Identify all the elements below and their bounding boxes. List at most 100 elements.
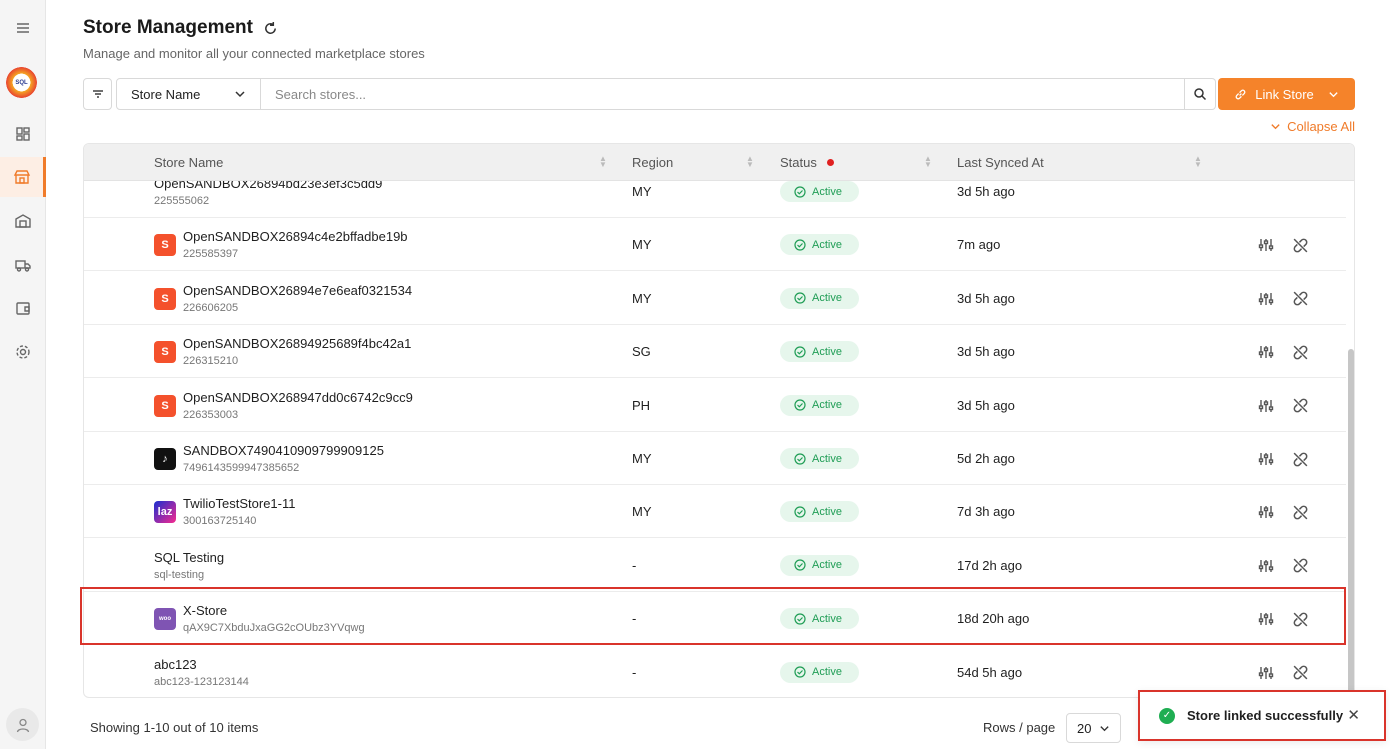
table-row[interactable]: S OpenSANDBOX26894925689f4bc42a1 226315210… (84, 325, 1346, 379)
store-name: OpenSANDBOX26894c4e2bffadbe19b (183, 229, 408, 245)
column-label: Status (780, 155, 817, 170)
column-header-region[interactable]: Region (632, 144, 673, 181)
unlink-icon[interactable] (1290, 609, 1310, 629)
tiktok-icon: ♪ (154, 448, 176, 470)
sidebar-item-shipping[interactable] (0, 245, 46, 285)
status-label: Active (812, 238, 842, 251)
search-input[interactable]: Search stores... (261, 78, 1185, 110)
status-badge: Active (780, 554, 859, 576)
check-circle-icon (794, 185, 806, 198)
store-name: TwilioTestStore1-11 (183, 496, 296, 512)
user-icon (16, 718, 29, 732)
status-label: Active (812, 399, 842, 412)
settings-sliders-icon[interactable] (1256, 342, 1276, 362)
settings-sliders-icon[interactable] (1256, 663, 1276, 683)
unlink-icon[interactable] (1290, 556, 1310, 576)
store-id: 225585397 (183, 248, 239, 261)
sort-icon[interactable]: ▲ ▼ (924, 155, 932, 169)
table-row[interactable]: S OpenSANDBOX26894e7e6eaf0321534 226606205… (84, 272, 1346, 325)
region-cell: MY (632, 451, 652, 466)
settings-sliders-icon[interactable] (1256, 289, 1276, 309)
check-circle-icon (794, 613, 806, 625)
settings-sliders-icon[interactable] (1256, 396, 1276, 416)
unlink-icon[interactable] (1290, 289, 1310, 309)
sort-icon[interactable]: ▲ ▼ (1194, 155, 1202, 169)
settings-sliders-icon[interactable] (1256, 609, 1276, 629)
rows-per-page-select[interactable]: 20 (1066, 713, 1121, 743)
check-circle-icon (794, 666, 806, 678)
settings-sliders-icon[interactable] (1256, 556, 1276, 576)
column-label: Last Synced At (957, 155, 1044, 170)
sidebar-item-stores[interactable] (0, 157, 46, 197)
unlink-icon[interactable] (1290, 342, 1310, 362)
column-header-status[interactable]: Status (780, 144, 834, 181)
unlink-icon[interactable] (1290, 235, 1310, 255)
close-icon[interactable]: ✕ (1347, 706, 1360, 724)
table-row[interactable]: ♪ SANDBOX7490410909799909125 7496143599947… (84, 432, 1346, 485)
stores-table: Store Name ▲ ▼ Region ▲ ▼ Status ▲ ▼ Last S… (83, 143, 1355, 698)
wallet-icon (16, 302, 30, 315)
rows-per-page-label: Rows / page (983, 720, 1056, 735)
sort-icon[interactable]: ▲ ▼ (599, 155, 607, 169)
unlink-icon[interactable] (1290, 396, 1310, 416)
avatar[interactable] (6, 708, 39, 741)
table-row[interactable]: SQL Testing sql-testing - Active 17d 2h ago (84, 539, 1346, 592)
table-row[interactable]: woo X-Store qAX9C7XbduJxaGG2cOUbz3YVqwg - Ac… (84, 592, 1346, 646)
store-id: sql-testing (154, 568, 205, 581)
status-label: Active (812, 666, 842, 679)
settings-sliders-icon[interactable] (1256, 235, 1276, 255)
unlink-icon[interactable] (1290, 502, 1310, 522)
region-cell: MY (632, 504, 652, 520)
status-label: Active (812, 345, 842, 358)
sidebar-item-wallet[interactable] (0, 288, 46, 328)
table-row[interactable]: S OpenSANDBOX268947dd0c6742c9cc9 226353003… (84, 379, 1346, 432)
refresh-icon[interactable] (263, 21, 278, 36)
status-indicator-dot (826, 159, 834, 166)
store-id: abc123-123123144 (154, 675, 249, 688)
chevron-down-icon (1271, 124, 1280, 130)
status-label: Active (812, 505, 842, 518)
last-synced-cell: 3d 5h ago (957, 290, 1015, 306)
menu-icon[interactable] (0, 8, 46, 48)
column-header-last-synced[interactable]: Last Synced At (957, 144, 1044, 181)
settings-sliders-icon[interactable] (1256, 502, 1276, 522)
store-name: SANDBOX7490410909799909125 (183, 443, 384, 458)
status-badge: Active (780, 341, 859, 363)
table-row[interactable]: laz TwilioTestStore1-11 300163725140 MY Acti… (84, 485, 1346, 539)
woo-icon: woo (154, 608, 176, 631)
settings-sliders-icon[interactable] (1256, 449, 1276, 469)
sidebar-item-settings[interactable] (0, 332, 46, 372)
shopee-icon: S (154, 341, 176, 364)
table-row[interactable]: S OpenSANDBOX26894c4e2bffadbe19b 225585397… (84, 218, 1346, 272)
filter-button[interactable] (83, 78, 112, 110)
status-badge: Active (780, 501, 859, 523)
region-cell: - (632, 611, 637, 627)
link-store-button[interactable]: Link Store (1218, 78, 1355, 110)
last-synced-cell: 7m ago (957, 237, 1001, 253)
search-button[interactable] (1185, 78, 1216, 110)
scrollbar[interactable] (1348, 349, 1354, 694)
sidebar-item-warehouse[interactable] (0, 201, 46, 241)
chevron-down-icon (235, 91, 245, 98)
search-field-select[interactable]: Store Name (116, 78, 261, 110)
gear-icon (16, 345, 30, 359)
chevron-down-icon (1100, 725, 1109, 731)
sort-icon[interactable]: ▲ ▼ (746, 155, 754, 169)
column-header-store-name[interactable]: Store Name (154, 144, 223, 181)
collapse-all-label: Collapse All (1287, 119, 1355, 134)
store-name: OpenSANDBOX268947dd0c6742c9cc9 (183, 389, 413, 405)
shopee-icon: S (154, 234, 176, 257)
collapse-all-button[interactable]: Collapse All (1270, 119, 1355, 134)
unlink-icon[interactable] (1290, 663, 1310, 683)
toast-message: Store linked successfully (1187, 708, 1344, 723)
sidebar-item-dashboard[interactable] (0, 114, 46, 154)
lazada-icon: laz (154, 501, 176, 524)
app-logo[interactable]: SQL (6, 67, 37, 98)
page-subtitle: Manage and monitor all your connected ma… (83, 46, 425, 61)
check-circle-icon (794, 452, 806, 465)
unlink-icon[interactable] (1290, 449, 1310, 469)
search-field-value: Store Name (131, 86, 201, 102)
last-synced-cell: 18d 20h ago (957, 611, 1030, 627)
last-synced-cell: 3d 5h ago (957, 397, 1015, 413)
logo-text: SQL (15, 79, 28, 86)
